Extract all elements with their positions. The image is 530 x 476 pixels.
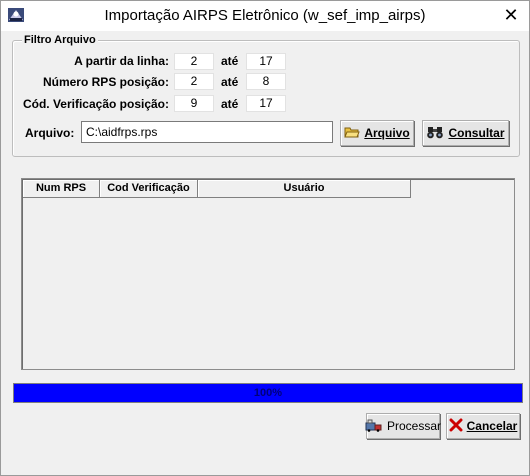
window-title: Importação AIRPS Eletrônico (w_sef_imp_a… <box>104 7 426 24</box>
numero-rps-de-input[interactable]: 2 <box>174 73 214 90</box>
folder-open-icon <box>344 125 361 142</box>
binoculars-icon <box>426 125 444 142</box>
column-header-usuario[interactable]: Usuário <box>198 180 411 198</box>
ate-linha-input[interactable]: 17 <box>246 53 286 70</box>
arquivo-button[interactable]: Arquivo <box>340 120 414 146</box>
a-partir-linha-input[interactable]: 2 <box>174 53 214 70</box>
column-header-num-rps[interactable]: Num RPS <box>23 180 100 198</box>
label-cod-verificacao-posicao: Cód. Verificação posição: <box>22 97 169 111</box>
cancelar-button-label: Cancelar <box>466 419 518 433</box>
cancel-x-icon <box>449 418 463 435</box>
app-icon <box>7 6 25 24</box>
ate-label: até <box>221 54 239 68</box>
cod-verificacao-ate-input[interactable]: 17 <box>246 95 286 112</box>
grid-header: Num RPS Cod Verificação Usuário <box>23 180 411 198</box>
arquivo-path-input[interactable] <box>81 121 333 143</box>
label-numero-rps-posicao: Número RPS posição: <box>42 75 169 89</box>
numero-rps-ate-input[interactable]: 8 <box>246 73 286 90</box>
cancelar-button[interactable]: Cancelar <box>446 413 520 439</box>
progress-bar: 100% <box>13 383 523 403</box>
group-title: Filtro Arquivo <box>22 34 98 46</box>
arquivo-button-label: Arquivo <box>364 126 410 140</box>
consultar-button-label: Consultar <box>448 126 505 140</box>
close-icon[interactable]: ✕ <box>499 4 523 26</box>
main-window: Importação AIRPS Eletrônico (w_sef_imp_a… <box>0 0 530 476</box>
label-a-partir-linha: A partir da linha: <box>74 54 169 68</box>
label-arquivo: Arquivo: <box>25 126 75 140</box>
rps-data-grid[interactable]: Num RPS Cod Verificação Usuário <box>21 178 515 370</box>
processar-button-label: Processar <box>386 419 442 433</box>
ate-label: até <box>221 97 239 111</box>
consultar-button[interactable]: Consultar <box>422 120 509 146</box>
ate-label: até <box>221 75 239 89</box>
cod-verificacao-de-input[interactable]: 9 <box>174 95 214 112</box>
column-header-cod-verificacao[interactable]: Cod Verificação <box>100 180 198 198</box>
process-icon <box>365 418 383 435</box>
processar-button[interactable]: Processar <box>365 413 442 439</box>
title-bar: Importação AIRPS Eletrônico (w_sef_imp_a… <box>1 1 529 31</box>
